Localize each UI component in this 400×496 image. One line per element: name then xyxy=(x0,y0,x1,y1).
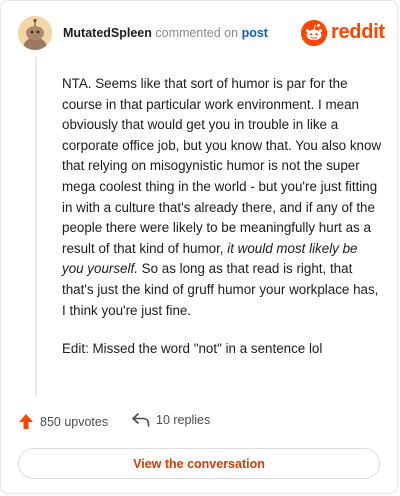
reply-action[interactable]: 10 replies xyxy=(132,413,210,427)
user-avatar[interactable] xyxy=(18,16,52,50)
reddit-logo[interactable]: reddit xyxy=(301,20,385,46)
upvote-action[interactable]: 850 upvotes xyxy=(18,413,108,430)
comment-text: NTA. Seems like that sort of humor is pa… xyxy=(62,76,382,256)
username-link[interactable]: MutatedSpleen xyxy=(63,26,152,40)
reply-count: 10 replies xyxy=(156,413,211,427)
comment-header: MutatedSpleen commented on post reddit xyxy=(18,16,385,54)
comment-meta: MutatedSpleen commented on post xyxy=(63,26,268,40)
reddit-wordmark: reddit xyxy=(331,21,385,43)
comment-card: MutatedSpleen commented on post reddit N… xyxy=(0,0,398,494)
snoo-avatar-icon xyxy=(18,16,52,50)
edit-note: Edit: Missed the word "not" in a sentenc… xyxy=(62,341,323,357)
upvote-arrow-icon xyxy=(19,414,33,429)
reddit-snoo-icon xyxy=(301,20,327,46)
thread-line xyxy=(35,57,37,397)
action-text: commented on xyxy=(155,26,239,40)
post-link[interactable]: post xyxy=(242,26,268,40)
view-conversation-button[interactable]: View the conversation xyxy=(18,448,380,479)
comment-paragraph: NTA. Seems like that sort of humor is pa… xyxy=(62,74,382,321)
comment-actions: 850 upvotes 10 replies xyxy=(18,413,381,437)
comment-body: NTA. Seems like that sort of humor is pa… xyxy=(62,74,382,378)
upvote-count: 850 upvotes xyxy=(40,414,109,429)
reply-arrow-icon xyxy=(132,413,150,427)
